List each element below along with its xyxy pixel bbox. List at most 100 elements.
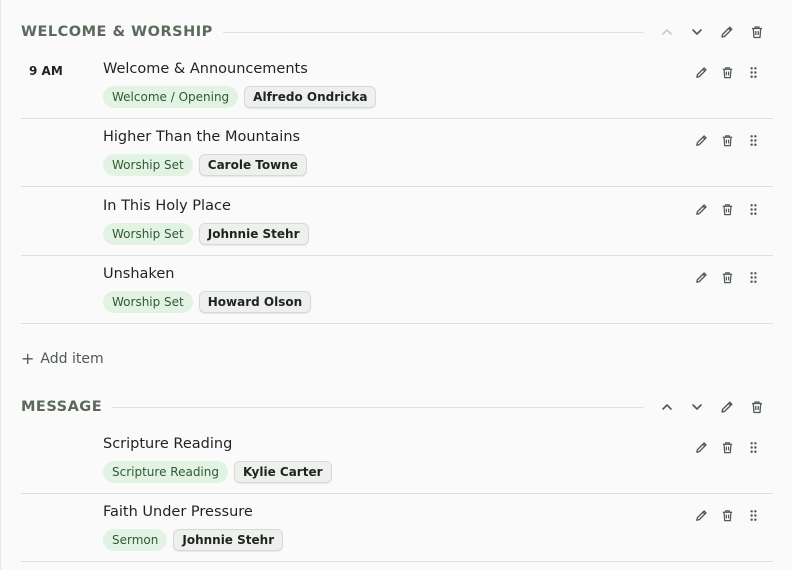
- list-item[interactable]: Faith Under Pressure Sermon Johnnie Steh…: [21, 494, 773, 562]
- pencil-icon: [695, 203, 707, 215]
- drag-handle-icon: [749, 271, 757, 283]
- item-person-tag: Howard Olson: [198, 291, 312, 313]
- item-tags: Worship Set Howard Olson: [103, 291, 312, 313]
- list-item[interactable]: 9 AM Welcome & Announcements Welcome / O…: [21, 51, 773, 119]
- item-tags: Worship Set Carole Towne: [103, 154, 307, 176]
- item-type-tag: Scripture Reading: [103, 461, 228, 483]
- drag-handle-icon: [749, 441, 757, 453]
- item-tags: Worship Set Johnnie Stehr: [103, 223, 309, 245]
- trash-icon: [722, 509, 732, 521]
- pencil-icon: [695, 134, 707, 146]
- item-person-tag: Johnnie Stehr: [198, 223, 309, 245]
- item-actions: [689, 436, 765, 458]
- edit-item-button[interactable]: [689, 61, 713, 83]
- edit-item-button[interactable]: [689, 504, 713, 526]
- delete-section-button[interactable]: [742, 21, 772, 43]
- chevron-down-icon: [692, 404, 702, 410]
- drag-handle-icon: [749, 203, 757, 215]
- move-section-up-button[interactable]: [652, 396, 682, 418]
- move-section-down-button[interactable]: [682, 396, 712, 418]
- item-type-tag: Welcome / Opening: [103, 86, 239, 108]
- item-person-tag: Johnnie Stehr: [173, 529, 284, 551]
- item-actions: [689, 61, 765, 83]
- item-type-tag: Sermon: [103, 529, 168, 551]
- drag-handle-icon: [749, 66, 757, 78]
- pencil-icon: [695, 509, 707, 521]
- pencil-icon: [721, 401, 733, 413]
- item-tags: Welcome / Opening Alfredo Ondricka: [103, 86, 377, 108]
- drag-handle[interactable]: [741, 504, 765, 526]
- delete-item-button[interactable]: [715, 504, 739, 526]
- plus-icon: +: [21, 349, 35, 368]
- edit-item-button[interactable]: [689, 266, 713, 288]
- item-person-tag: Alfredo Ondricka: [244, 86, 377, 108]
- trash-icon: [722, 203, 732, 215]
- item-type-tag: Worship Set: [103, 223, 193, 245]
- section-title: MESSAGE: [21, 399, 103, 415]
- delete-item-button[interactable]: [715, 198, 739, 220]
- add-item-button[interactable]: + Add item: [21, 348, 104, 370]
- item-person-tag: Carole Towne: [198, 154, 307, 176]
- delete-item-button[interactable]: [715, 61, 739, 83]
- trash-icon: [752, 401, 762, 414]
- list-item[interactable]: In This Holy Place Worship Set Johnnie S…: [21, 188, 773, 256]
- item-title: In This Holy Place: [103, 198, 231, 214]
- trash-icon: [722, 441, 732, 453]
- move-section-down-button[interactable]: [682, 21, 712, 43]
- item-actions: [689, 198, 765, 220]
- edit-item-button[interactable]: [689, 129, 713, 151]
- drag-handle[interactable]: [741, 266, 765, 288]
- trash-icon: [752, 26, 762, 39]
- section-divider: [222, 31, 644, 33]
- pencil-icon: [721, 26, 733, 38]
- edit-section-button[interactable]: [712, 21, 742, 43]
- section-header-welcome-worship: WELCOME & WORSHIP: [21, 21, 772, 43]
- delete-item-button[interactable]: [715, 129, 739, 151]
- trash-icon: [722, 134, 732, 146]
- item-title: Welcome & Announcements: [103, 61, 308, 77]
- item-type-tag: Worship Set: [103, 154, 193, 176]
- service-plan-page: WELCOME & WORSHIP 9 AM Welcome & Announc…: [0, 0, 792, 570]
- drag-handle[interactable]: [741, 436, 765, 458]
- drag-handle-icon: [749, 134, 757, 146]
- drag-handle-icon: [749, 509, 757, 521]
- delete-item-button[interactable]: [715, 436, 739, 458]
- move-section-up-button[interactable]: [652, 21, 682, 43]
- item-title: Unshaken: [103, 266, 175, 282]
- section-actions: [652, 396, 772, 418]
- item-title: Higher Than the Mountains: [103, 129, 301, 145]
- item-type-tag: Worship Set: [103, 291, 193, 313]
- delete-item-button[interactable]: [715, 266, 739, 288]
- chevron-up-icon: [662, 404, 672, 410]
- pencil-icon: [695, 441, 707, 453]
- item-actions: [689, 129, 765, 151]
- item-title: Faith Under Pressure: [103, 504, 253, 520]
- section-header-message: MESSAGE: [21, 396, 772, 418]
- edit-item-button[interactable]: [689, 436, 713, 458]
- item-tags: Scripture Reading Kylie Carter: [103, 461, 332, 483]
- drag-handle[interactable]: [741, 198, 765, 220]
- list-item[interactable]: Unshaken Worship Set Howard Olson: [21, 256, 773, 324]
- list-item[interactable]: Higher Than the Mountains Worship Set Ca…: [21, 119, 773, 187]
- add-item-label: Add item: [40, 351, 104, 367]
- chevron-down-icon: [692, 29, 702, 35]
- delete-section-button[interactable]: [742, 396, 772, 418]
- trash-icon: [722, 66, 732, 78]
- item-actions: [689, 504, 765, 526]
- section-actions: [652, 21, 772, 43]
- drag-handle[interactable]: [741, 61, 765, 83]
- list-item[interactable]: Scripture Reading Scripture Reading Kyli…: [21, 426, 773, 494]
- trash-icon: [722, 271, 732, 283]
- item-time: 9 AM: [29, 64, 63, 78]
- drag-handle[interactable]: [741, 129, 765, 151]
- item-tags: Sermon Johnnie Stehr: [103, 529, 284, 551]
- item-title: Scripture Reading: [103, 436, 233, 452]
- edit-section-button[interactable]: [712, 396, 742, 418]
- edit-item-button[interactable]: [689, 198, 713, 220]
- item-person-tag: Kylie Carter: [234, 461, 332, 483]
- chevron-up-icon: [662, 29, 672, 35]
- pencil-icon: [695, 271, 707, 283]
- item-actions: [689, 266, 765, 288]
- section-title: WELCOME & WORSHIP: [21, 24, 213, 40]
- pencil-icon: [695, 66, 707, 78]
